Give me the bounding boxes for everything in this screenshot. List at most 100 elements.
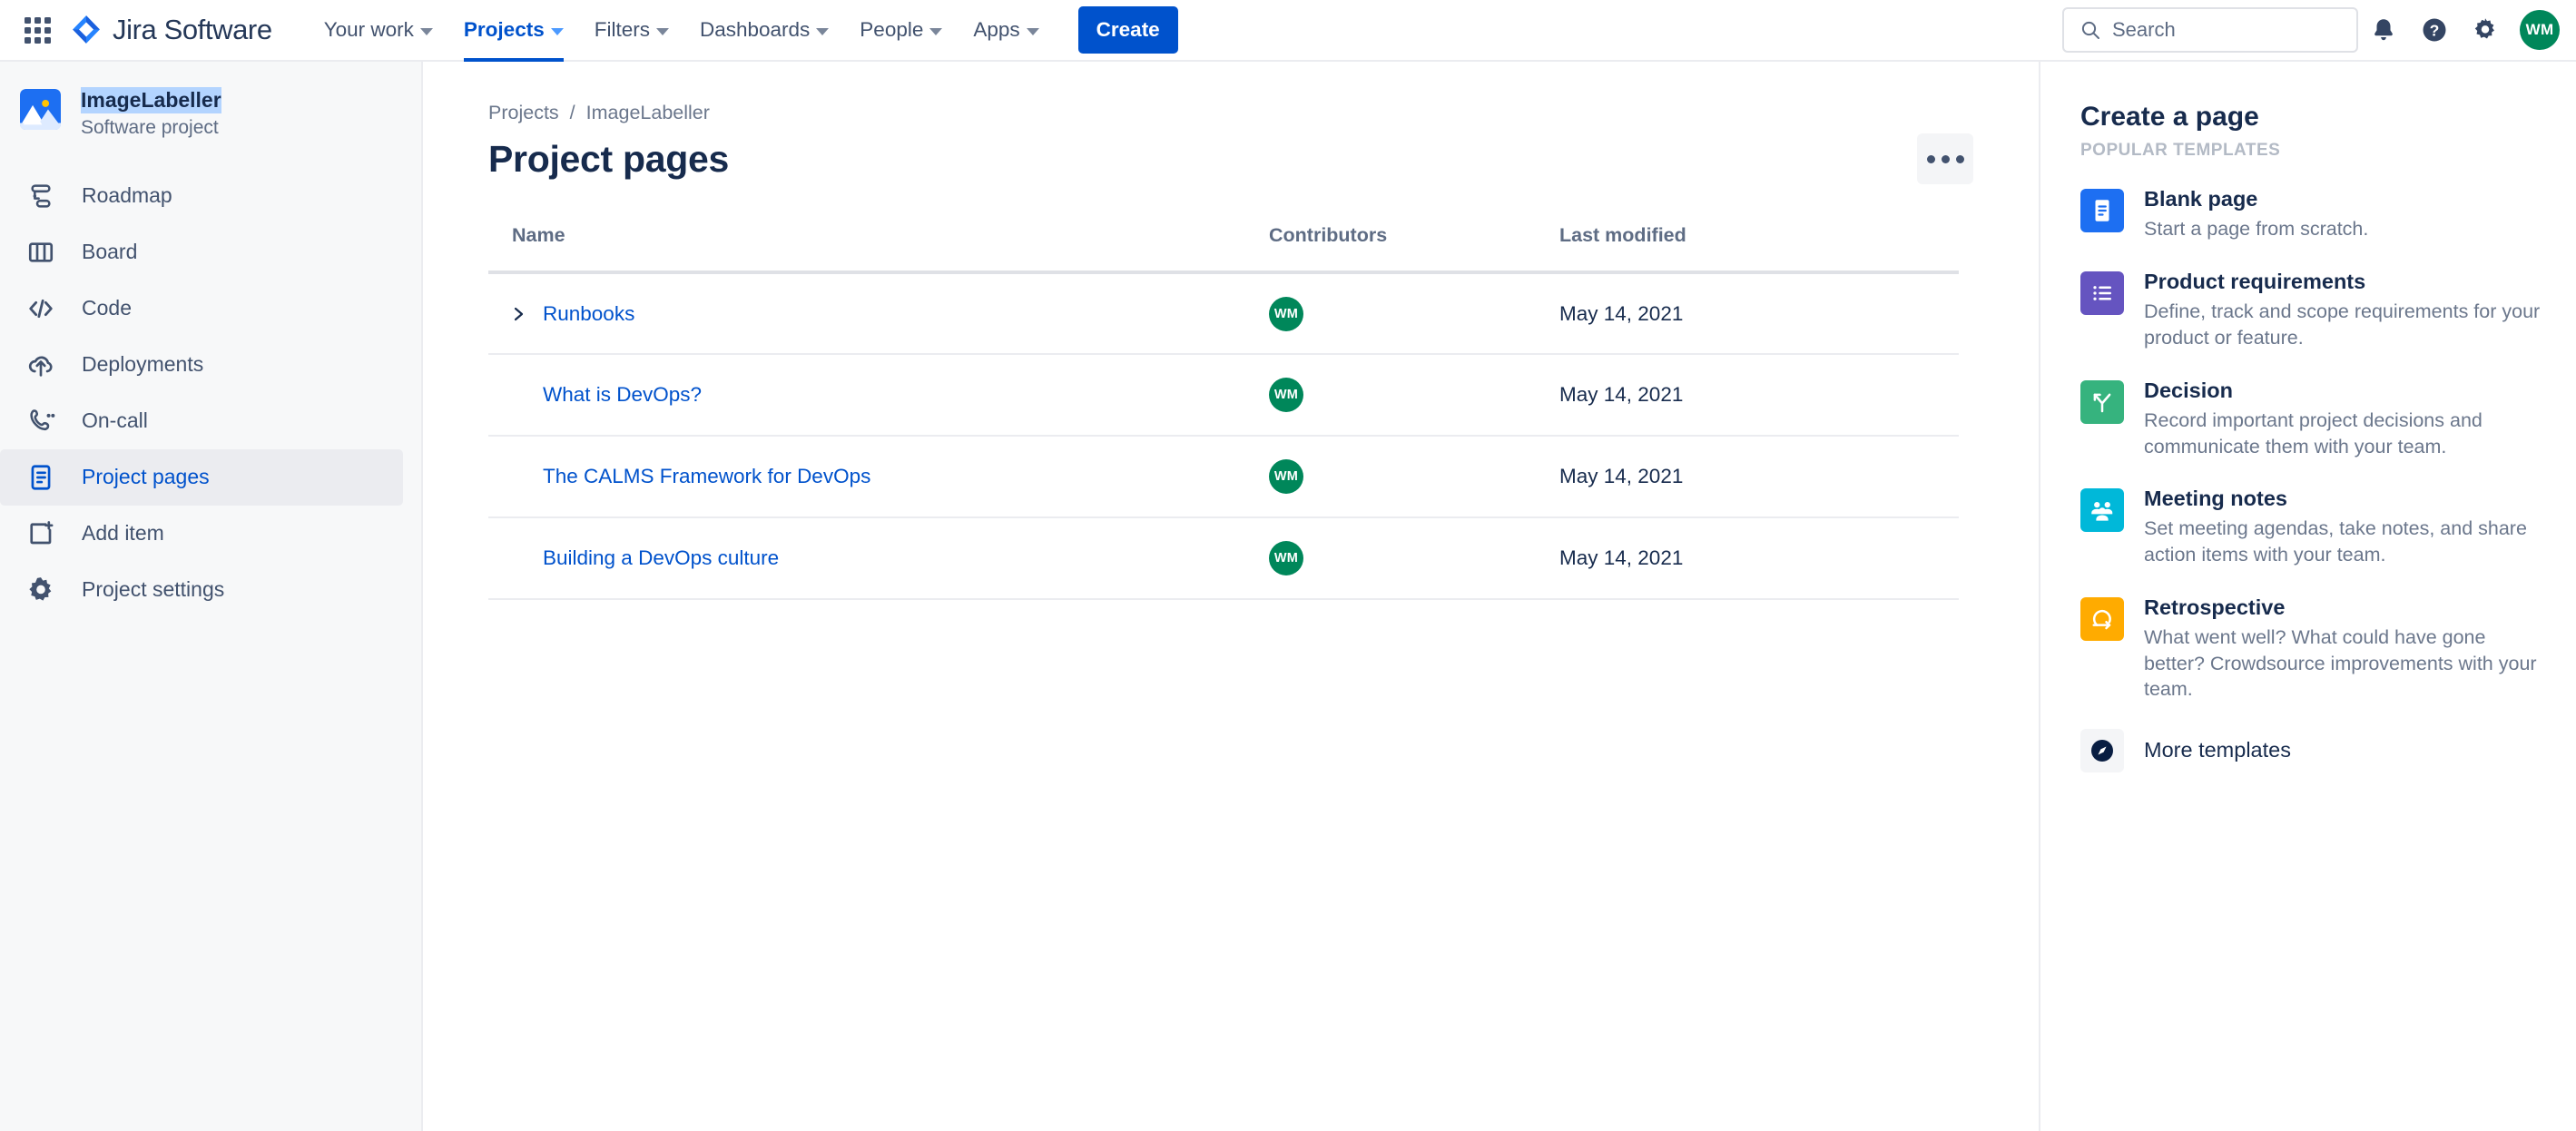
page-body: ImageLabeller Software project Roadmap B… — [0, 62, 2576, 1131]
page-link[interactable]: Building a DevOps culture — [543, 546, 779, 570]
cell-contributors: WM — [1269, 354, 1559, 437]
user-avatar[interactable]: WM — [2520, 10, 2560, 50]
sidebar-item-roadmap[interactable]: Roadmap — [0, 168, 403, 224]
table-header-row: Name Contributors Last modified — [488, 224, 1959, 274]
column-header-contributors[interactable]: Contributors — [1269, 224, 1559, 274]
sidebar-item-board[interactable]: Board — [0, 224, 403, 280]
cell-contributors: WM — [1269, 272, 1559, 355]
project-name: ImageLabeller — [81, 87, 221, 113]
table-row[interactable]: Building a DevOps culture WM May 14, 202… — [488, 517, 1959, 600]
template-desc: Start a page from scratch. — [2144, 218, 2369, 241]
project-header[interactable]: ImageLabeller Software project — [0, 85, 421, 139]
contributor-avatar[interactable]: WM — [1269, 459, 1303, 494]
cell-name: Runbooks — [488, 272, 1269, 355]
template-decision[interactable]: Decision Record important project decisi… — [2080, 378, 2545, 460]
nav-item-dashboards[interactable]: Dashboards — [684, 0, 844, 60]
table-row[interactable]: The CALMS Framework for DevOps WM May 14… — [488, 436, 1959, 518]
sidebar-item-deployments[interactable]: Deployments — [0, 337, 403, 393]
sidebar-nav-list: Roadmap Board Code Deployments On-call P… — [0, 168, 421, 618]
page-name-cell: What is DevOps? — [512, 383, 1269, 407]
contributor-avatar[interactable]: WM — [1269, 296, 1303, 331]
settings-button[interactable] — [2460, 5, 2511, 55]
table-row[interactable]: Runbooks WM May 14, 2021 — [488, 272, 1959, 355]
table-row[interactable]: What is DevOps? WM May 14, 2021 — [488, 354, 1959, 437]
top-nav-right-actions: ? WM — [2062, 5, 2560, 55]
cell-contributors: WM — [1269, 517, 1559, 600]
chevron-right-icon[interactable] — [512, 306, 526, 322]
board-icon — [24, 235, 58, 270]
create-button[interactable]: Create — [1077, 6, 1178, 54]
nav-item-your-work[interactable]: Your work — [309, 0, 448, 60]
breadcrumb-current[interactable]: ImageLabeller — [586, 102, 710, 124]
cell-name: The CALMS Framework for DevOps — [488, 436, 1269, 518]
project-sidebar: ImageLabeller Software project Roadmap B… — [0, 62, 423, 1131]
template-product-requirements[interactable]: Product requirements Define, track and s… — [2080, 269, 2545, 351]
sidebar-item-project-settings[interactable]: Project settings — [0, 562, 403, 618]
cell-last-modified: May 14, 2021 — [1559, 436, 1959, 518]
nav-label: Filters — [594, 18, 650, 41]
sidebar-item-add-item[interactable]: Add item — [0, 506, 403, 562]
add-item-icon — [24, 516, 58, 551]
last-modified-date: May 14, 2021 — [1559, 301, 1684, 325]
page-link[interactable]: Runbooks — [543, 302, 634, 326]
sidebar-item-label: Add item — [82, 521, 164, 546]
help-button[interactable]: ? — [2409, 5, 2460, 55]
template-blank-page[interactable]: Blank page Start a page from scratch. — [2080, 186, 2545, 242]
template-meeting-notes[interactable]: Meeting notes Set meeting agendas, take … — [2080, 486, 2545, 568]
app-switcher-button[interactable] — [15, 7, 60, 53]
search-box[interactable] — [2062, 7, 2358, 53]
gear-icon — [2474, 18, 2494, 39]
search-icon — [2081, 21, 2099, 39]
contributor-avatar[interactable]: WM — [1269, 378, 1303, 412]
ellipsis-icon — [1955, 154, 1964, 163]
more-actions-button[interactable] — [1917, 133, 1973, 184]
apps-grid-icon — [24, 16, 51, 44]
nav-item-projects[interactable]: Projects — [448, 0, 579, 62]
nav-item-people[interactable]: People — [844, 0, 958, 60]
create-page-panel: Create a page POPULAR TEMPLATES Blank pa… — [2039, 62, 2576, 1131]
table-head: Name Contributors Last modified — [488, 224, 1959, 274]
page-link[interactable]: What is DevOps? — [543, 383, 702, 407]
nav-item-apps[interactable]: Apps — [958, 0, 1054, 60]
brand-title: Jira Software — [113, 14, 272, 45]
project-pages-table: Name Contributors Last modified Runbooks… — [488, 224, 1959, 600]
sidebar-item-code[interactable]: Code — [0, 280, 403, 337]
template-list: Blank page Start a page from scratch. Pr… — [2080, 186, 2545, 772]
nav-label: Projects — [463, 18, 545, 41]
pages-icon — [24, 460, 58, 495]
nav-label: Dashboards — [699, 18, 811, 41]
more-templates-button[interactable]: More templates — [2080, 728, 2545, 772]
breadcrumb-projects[interactable]: Projects — [488, 102, 559, 124]
chevron-down-icon — [929, 27, 943, 35]
nav-label: Your work — [323, 18, 414, 41]
contributor-avatar[interactable]: WM — [1269, 541, 1303, 575]
sidebar-item-project-pages[interactable]: Project pages — [0, 448, 403, 506]
main-content: Projects / ImageLabeller Project pages N… — [423, 62, 2039, 1131]
column-header-last-modified[interactable]: Last modified — [1559, 224, 1959, 274]
template-name: Product requirements — [2144, 269, 2366, 293]
last-modified-date: May 14, 2021 — [1559, 383, 1684, 406]
chevron-down-icon — [419, 27, 433, 35]
search-input[interactable] — [2112, 18, 2321, 42]
template-text: Decision Record important project decisi… — [2144, 378, 2545, 460]
retrospective-icon — [2080, 596, 2124, 641]
sidebar-item-on-call[interactable]: On-call — [0, 393, 403, 449]
sidebar-item-label: Project settings — [82, 577, 225, 602]
template-retrospective[interactable]: Retrospective What went well? What could… — [2080, 595, 2545, 703]
cell-last-modified: May 14, 2021 — [1559, 272, 1959, 355]
nav-item-filters[interactable]: Filters — [579, 0, 684, 60]
notifications-button[interactable] — [2358, 5, 2409, 55]
breadcrumb: Projects / ImageLabeller — [488, 102, 2039, 124]
settings-gear-icon — [24, 573, 58, 607]
svg-text:?: ? — [2430, 22, 2440, 40]
sidebar-item-label: Roadmap — [82, 183, 172, 208]
last-modified-date: May 14, 2021 — [1559, 546, 1684, 569]
sidebar-item-label: Deployments — [82, 352, 204, 377]
brand-home-link[interactable]: Jira Software — [71, 14, 272, 46]
image-mountain-icon — [20, 89, 61, 130]
panel-title: Create a page — [2080, 102, 2259, 132]
column-header-name[interactable]: Name — [488, 224, 1269, 274]
page-link[interactable]: The CALMS Framework for DevOps — [543, 465, 870, 488]
code-icon — [24, 291, 58, 326]
cell-last-modified: May 14, 2021 — [1559, 354, 1959, 437]
